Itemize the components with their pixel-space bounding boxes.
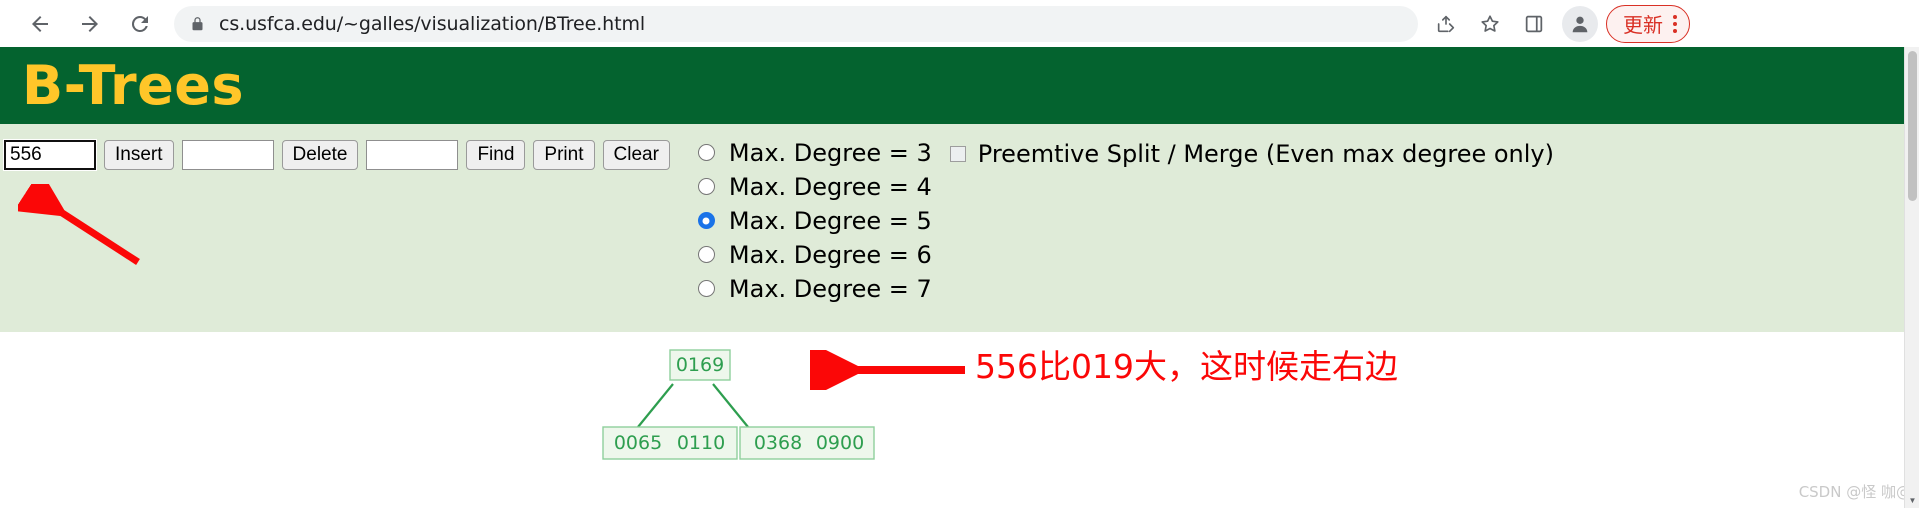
reload-icon[interactable] (118, 2, 162, 46)
radio-option-degree-6[interactable]: Max. Degree = 6 (697, 240, 932, 269)
side-panel-icon[interactable] (1514, 4, 1554, 44)
print-button[interactable]: Print (533, 140, 595, 170)
tree-edge-right (712, 383, 749, 428)
radio-button-icon[interactable] (697, 246, 715, 263)
tree-node-key: 0368 (754, 432, 802, 454)
action-button-strip: Insert Delete Find Print Clear (4, 138, 670, 170)
vertical-scrollbar[interactable]: ▲ ▼ (1904, 47, 1919, 508)
tree-edge-left (637, 383, 674, 428)
radio-label: Max. Degree = 3 (728, 138, 932, 167)
radio-label: Max. Degree = 4 (728, 172, 932, 201)
profile-avatar-icon[interactable] (1562, 5, 1598, 42)
radio-button-icon[interactable] (697, 144, 715, 161)
toolbar-actions: 更新 (1418, 4, 1704, 44)
tree-node-key: 0900 (816, 432, 864, 454)
radio-option-degree-4[interactable]: Max. Degree = 4 (697, 172, 932, 201)
radio-button-icon[interactable] (697, 178, 715, 195)
tree-node-key: 0110 (677, 432, 725, 454)
checkbox-icon[interactable] (949, 145, 966, 162)
update-button[interactable]: 更新 (1606, 4, 1690, 43)
find-input[interactable] (366, 140, 459, 170)
tree-node-root: 0169 (669, 349, 731, 381)
three-dot-menu-icon[interactable] (1673, 14, 1677, 33)
red-arrow-pointing-to-insert-input (18, 184, 140, 265)
share-icon[interactable] (1426, 4, 1466, 44)
preemptive-split-merge-option[interactable]: Preemtive Split / Merge (Even max degree… (949, 139, 1554, 168)
controls-panel: Insert Delete Find Print Clear Max. Degr… (0, 124, 1919, 332)
tree-node-right-leaf: 0368 0900 (739, 426, 875, 460)
delete-button[interactable]: Delete (281, 140, 359, 170)
radio-option-degree-7[interactable]: Max. Degree = 7 (697, 274, 932, 303)
forward-arrow-icon[interactable] (68, 2, 112, 46)
annotation-note: 556比019大，这时候走右边 (975, 347, 1398, 386)
scroll-down-arrow-icon[interactable]: ▼ (1905, 493, 1919, 508)
preemptive-label: Preemtive Split / Merge (Even max degree… (977, 139, 1554, 168)
radio-label: Max. Degree = 7 (728, 274, 932, 303)
radio-button-icon-selected[interactable] (697, 212, 715, 229)
radio-label: Max. Degree = 5 (728, 206, 932, 235)
update-label: 更新 (1623, 13, 1663, 37)
browser-toolbar: cs.usfca.edu/~galles/visualization/BTree… (0, 0, 1919, 47)
tree-node-key: 0169 (676, 354, 724, 376)
visualization-canvas: 0169 0065 0110 0368 0900 CSDN @怪 咖@ (0, 332, 1919, 508)
browser-window: cs.usfca.edu/~galles/visualization/BTree… (0, 0, 1919, 508)
lock-icon (190, 15, 205, 33)
radio-option-degree-3[interactable]: Max. Degree = 3 (697, 138, 932, 167)
url-text: cs.usfca.edu/~galles/visualization/BTree… (219, 12, 646, 35)
red-arrow-pointing-to-root-node (810, 350, 965, 390)
page-title: B-Trees (22, 54, 245, 117)
scrollbar-thumb[interactable] (1908, 51, 1917, 201)
site-header: B-Trees (0, 47, 1919, 124)
radio-option-degree-5[interactable]: Max. Degree = 5 (697, 206, 932, 235)
clear-button[interactable]: Clear (602, 140, 670, 170)
insert-input[interactable] (4, 140, 96, 170)
radio-button-icon[interactable] (697, 280, 715, 297)
star-icon[interactable] (1470, 4, 1510, 44)
back-arrow-icon[interactable] (18, 2, 62, 46)
address-bar[interactable]: cs.usfca.edu/~galles/visualization/BTree… (174, 5, 1418, 42)
find-button[interactable]: Find (466, 140, 526, 170)
tree-node-key: 0065 (614, 432, 662, 454)
navigation-buttons (0, 2, 162, 46)
tree-node-left-leaf: 0065 0110 (602, 426, 738, 460)
radio-label: Max. Degree = 6 (728, 240, 932, 269)
delete-input[interactable] (181, 140, 274, 170)
insert-button[interactable]: Insert (104, 140, 174, 170)
watermark: CSDN @怪 咖@ (1798, 483, 1911, 501)
max-degree-radio-group: Max. Degree = 3 Max. Degree = 4 Max. Deg… (697, 138, 932, 303)
